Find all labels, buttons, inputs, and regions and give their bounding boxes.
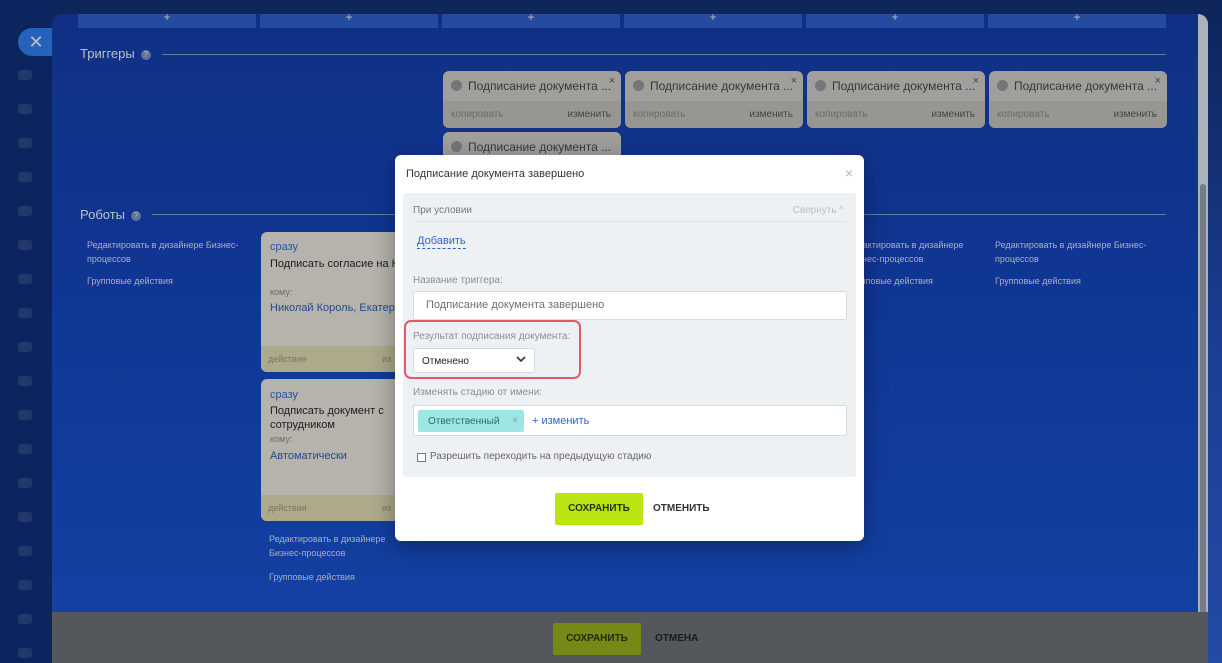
collapse-link[interactable]: Свернуть ^	[793, 205, 844, 216]
responsible-selector[interactable]: Ответственный × + изменить	[413, 405, 847, 436]
remove-tag-icon[interactable]: ×	[512, 415, 518, 426]
change-responsible-link[interactable]: + изменить	[532, 415, 589, 427]
result-label: Результат подписания документа:	[413, 331, 571, 342]
allow-previous-stage-label[interactable]: Разрешить переходить на предыдущую стади…	[430, 451, 651, 462]
allow-previous-stage-checkbox[interactable]	[417, 453, 426, 462]
change-stage-label: Изменять стадию от имени:	[413, 387, 543, 398]
responsible-tag[interactable]: Ответственный ×	[418, 410, 524, 432]
close-icon[interactable]: ×	[845, 165, 853, 181]
chevron-down-icon	[516, 354, 526, 367]
trigger-name-input[interactable]: Подписание документа завершено	[413, 291, 847, 320]
trigger-name-label: Название триггера:	[413, 275, 503, 286]
dialog-body: При условии Свернуть ^ Добавить Название…	[403, 193, 856, 477]
dialog-save-button[interactable]: СОХРАНИТЬ	[555, 493, 643, 525]
dialog-title: Подписание документа завершено	[406, 168, 585, 180]
result-select[interactable]: Отменено	[413, 348, 535, 373]
condition-label: При условии	[413, 205, 472, 216]
condition-divider	[413, 221, 846, 222]
dialog-cancel-button[interactable]: ОТМЕНИТЬ	[653, 493, 710, 525]
add-condition-link[interactable]: Добавить	[417, 235, 466, 249]
trigger-settings-dialog: Подписание документа завершено × При усл…	[395, 155, 864, 541]
